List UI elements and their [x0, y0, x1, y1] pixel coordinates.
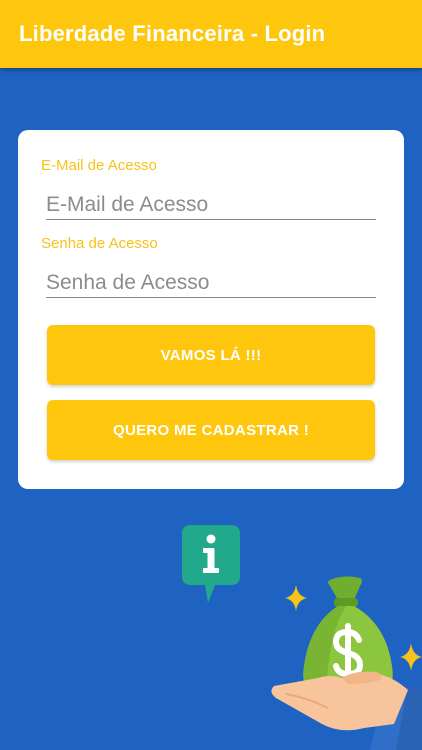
- app-title: Liberdade Financeira - Login: [19, 21, 326, 46]
- login-button[interactable]: VAMOS LÁ !!!: [47, 325, 375, 385]
- email-field[interactable]: [46, 191, 376, 220]
- login-card: E-Mail de Acesso Senha de Acesso VAMOS L…: [18, 130, 404, 489]
- hand-icon: [271, 671, 408, 731]
- info-bubble-icon: [182, 525, 240, 603]
- app-bar: Liberdade Financeira - Login: [0, 0, 422, 68]
- password-field[interactable]: [46, 269, 376, 298]
- register-button[interactable]: QUERO ME CADASTRAR !: [47, 400, 375, 460]
- email-label: E-Mail de Acesso: [41, 157, 157, 174]
- password-label: Senha de Acesso: [41, 235, 158, 252]
- money-bag-icon: [271, 576, 422, 750]
